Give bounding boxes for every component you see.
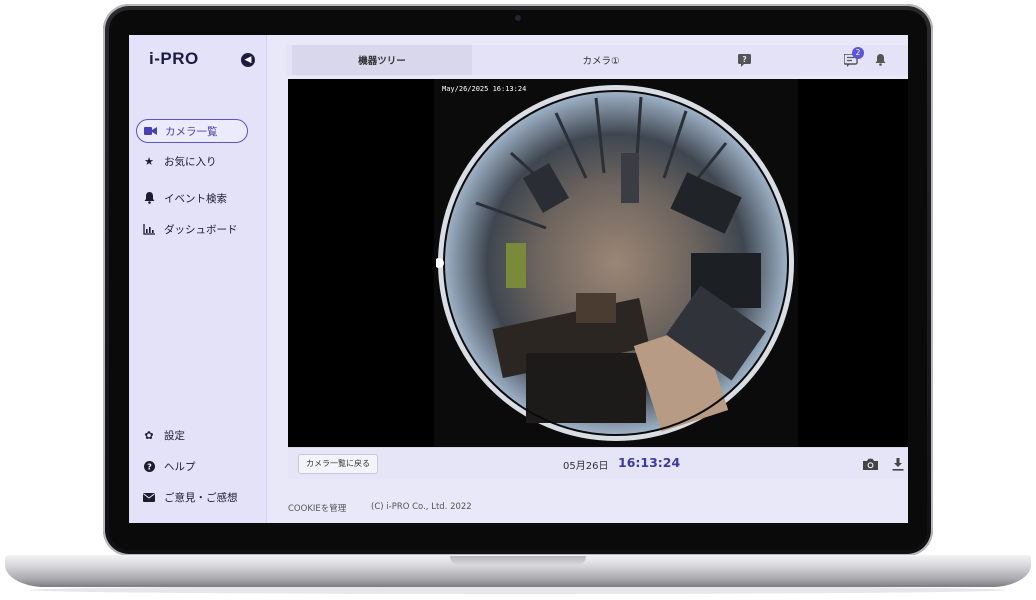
fisheye-camera-image: [436, 85, 794, 441]
chart-icon: [142, 222, 156, 236]
sidebar-item-settings[interactable]: ✿ 設定: [136, 423, 248, 447]
copyright-text: (C) i-PRO Co., Ltd. 2022: [371, 502, 472, 512]
star-icon: ★: [144, 154, 154, 168]
back-to-camera-list-button[interactable]: カメラ一覧に戻る: [298, 454, 378, 474]
tab-label: カメラ①: [582, 56, 620, 67]
logo-text: i-PRO: [149, 49, 199, 68]
sidebar-item-event-search[interactable]: イベント検索: [136, 186, 248, 210]
laptop-notch: [450, 556, 586, 565]
gear-icon: ✿: [144, 428, 154, 442]
tab-bar: 機器ツリー カメラ① ? 2: [286, 45, 908, 75]
sidebar-item-label: お気に入り: [164, 155, 217, 168]
sidebar-item-help[interactable]: ? ヘルプ: [136, 454, 248, 478]
svg-text:?: ?: [742, 55, 746, 64]
mail-icon: [142, 490, 156, 504]
playback-time: 16:13:24: [618, 455, 681, 470]
messages-icon[interactable]: 2: [842, 47, 864, 69]
sidebar-item-camera-list[interactable]: カメラ一覧: [136, 119, 248, 143]
sidebar-item-label: ダッシュボード: [164, 223, 238, 236]
tab-label: 機器ツリー: [358, 56, 406, 67]
playback-control-bar: カメラ一覧に戻る 05月26日 16:13:24: [288, 447, 908, 479]
video-overlay-timestamp: May/26/2025 16:13:24: [442, 85, 527, 93]
laptop-mockup: i-PRO ◀ カメラ一覧 ★ お気に入り イベント検索 ダッシュボード ✿ 設…: [0, 0, 1036, 600]
notification-badge: 2: [852, 47, 864, 59]
sidebar-item-dashboard[interactable]: ダッシュボード: [136, 217, 248, 241]
sidebar-item-label: イベント検索: [164, 192, 227, 205]
laptop-shadow: [30, 586, 1006, 594]
sidebar-item-favorites[interactable]: ★ お気に入り: [136, 149, 248, 173]
tab-device-tree[interactable]: 機器ツリー: [292, 45, 472, 75]
video-camera-icon: [143, 124, 157, 138]
app-screen: i-PRO ◀ カメラ一覧 ★ お気に入り イベント検索 ダッシュボード ✿ 設…: [129, 35, 908, 523]
sidebar-item-label: ご意見・ご感想: [164, 491, 238, 504]
app-logo: i-PRO: [149, 49, 199, 69]
svg-text:?: ?: [147, 462, 152, 471]
tab-camera-1[interactable]: カメラ①: [511, 45, 691, 75]
collapse-sidebar-icon[interactable]: ◀: [241, 53, 255, 67]
playback-date: 05月26日: [563, 461, 609, 472]
bell-icon[interactable]: [871, 51, 889, 69]
cookie-settings-link[interactable]: COOKIEを管理: [288, 502, 346, 514]
download-icon[interactable]: [889, 455, 907, 473]
help-chat-icon[interactable]: ?: [735, 51, 753, 69]
bell-icon: [142, 191, 156, 205]
sidebar-item-feedback[interactable]: ご意見・ご感想: [136, 485, 248, 509]
sidebar: i-PRO ◀ カメラ一覧 ★ お気に入り イベント検索 ダッシュボード ✿ 設…: [129, 35, 267, 523]
help-icon: ?: [142, 459, 156, 473]
camera-snapshot-icon[interactable]: [861, 455, 879, 473]
webcam-dot: [515, 15, 521, 21]
sidebar-item-label: ヘルプ: [164, 460, 196, 473]
video-viewport[interactable]: May/26/2025 16:13:24: [288, 79, 908, 447]
sidebar-item-label: 設定: [164, 429, 185, 442]
sidebar-item-label: カメラ一覧: [165, 125, 218, 138]
